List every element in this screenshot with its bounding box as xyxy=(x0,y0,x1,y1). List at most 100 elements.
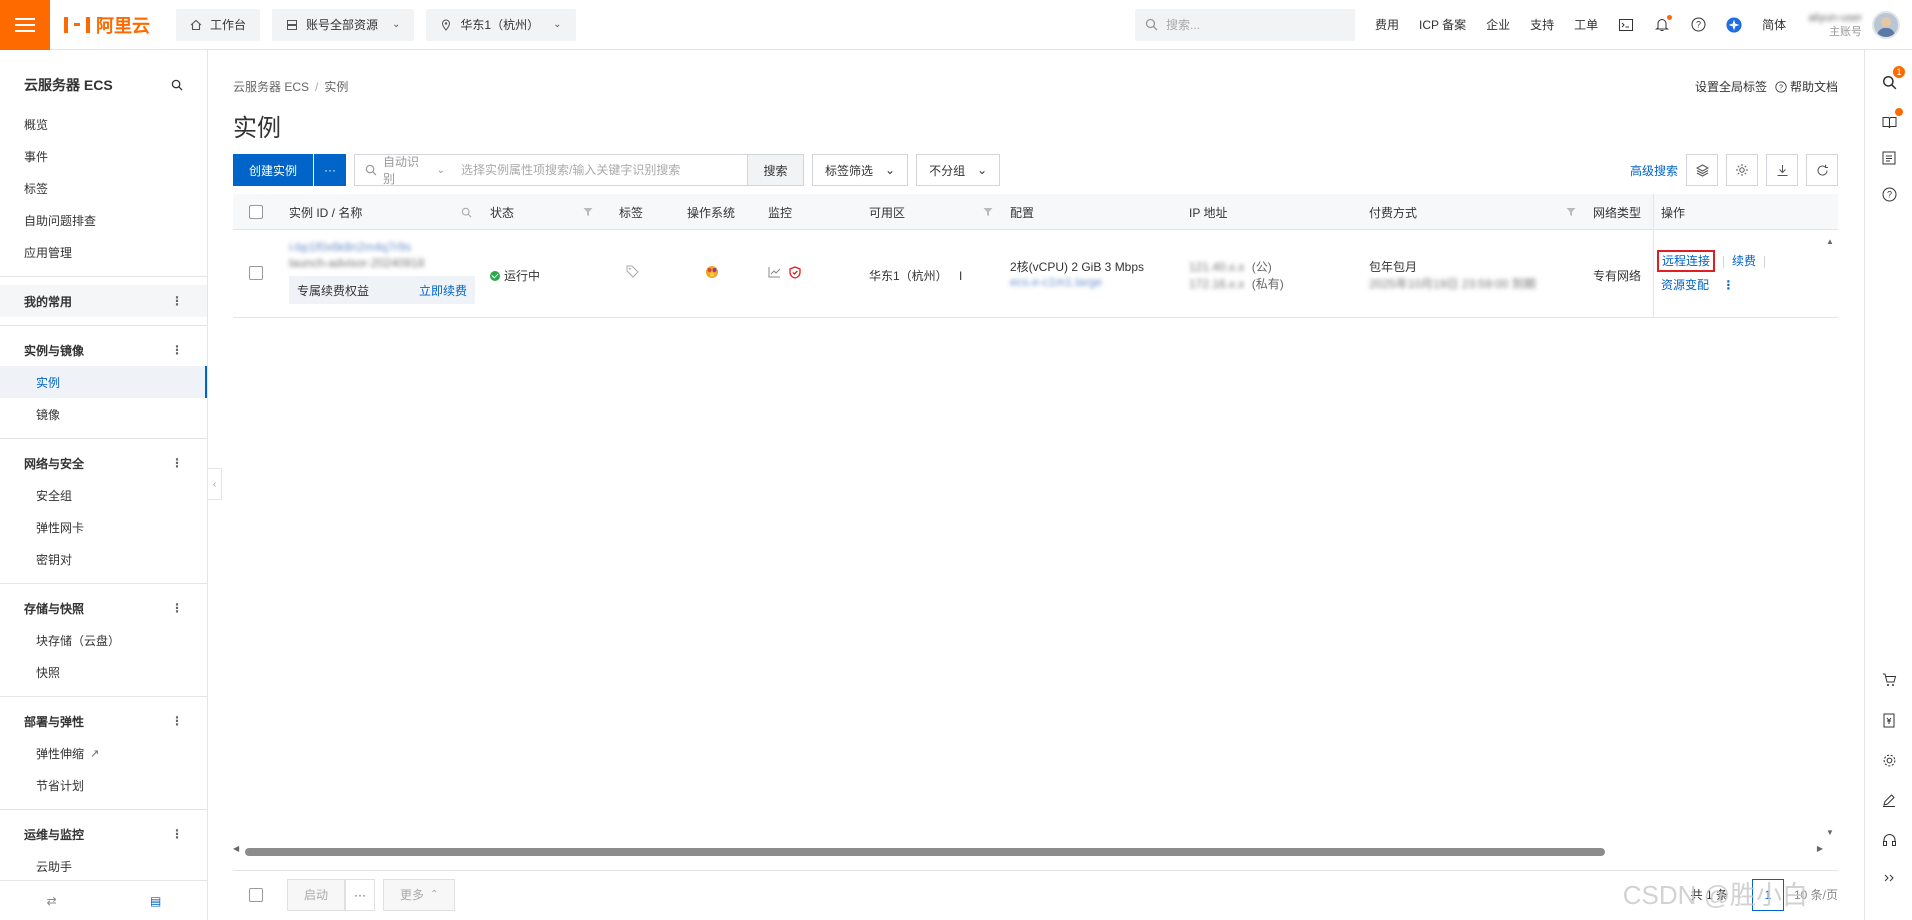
assistant-icon[interactable] xyxy=(1726,16,1742,33)
link-icp[interactable]: ICP 备案 xyxy=(1419,16,1466,33)
sidebar-group-network-security[interactable]: 网络与安全 ⋮ xyxy=(0,447,207,479)
sidebar-item-savings-plan[interactable]: 节省计划 xyxy=(0,769,207,801)
global-search-input[interactable]: 搜索... xyxy=(1134,8,1355,41)
headset-icon[interactable] xyxy=(1879,830,1899,850)
search-button[interactable]: 搜索 xyxy=(747,155,804,185)
instance-type-link[interactable]: ecs.e-c1m1.large xyxy=(1010,275,1102,289)
vertical-scrollbar[interactable]: ▲ ▼ xyxy=(1826,237,1836,837)
terminal-icon[interactable] xyxy=(1618,17,1634,33)
sidebar-group-storage-snapshots[interactable]: 存储与快照 ⋮ xyxy=(0,592,207,624)
help-doc-link[interactable]: ? 帮助文档 xyxy=(1775,78,1838,95)
sidebar-item-block-storage[interactable]: 块存储（云盘） xyxy=(0,624,207,656)
link-billing[interactable]: 费用 xyxy=(1375,16,1399,33)
settings-icon[interactable] xyxy=(1726,154,1758,186)
edit-icon[interactable] xyxy=(1879,790,1899,810)
sidebar-collapse-handle[interactable]: ‹ xyxy=(208,468,222,500)
link-enterprise[interactable]: 企业 xyxy=(1486,16,1510,33)
more-dropdown[interactable]: 更多 ⌃ xyxy=(383,878,456,911)
filter-icon[interactable] xyxy=(583,194,593,230)
row-checkbox[interactable] xyxy=(249,266,263,280)
security-shield-icon[interactable] xyxy=(789,266,801,279)
search-icon[interactable] xyxy=(461,194,472,230)
cart-icon[interactable] xyxy=(1879,670,1899,690)
group-select-dropdown[interactable]: 不分组 ⌄ xyxy=(916,154,1001,186)
resource-scope-dropdown[interactable]: 账号全部资源 ⌄ xyxy=(272,8,415,41)
filter-icon[interactable] xyxy=(983,194,993,230)
more-vertical-icon[interactable]: ⋮ xyxy=(171,294,183,308)
breadcrumb-ecs[interactable]: 云服务器 ECS xyxy=(233,80,309,94)
horizontal-scrollbar[interactable]: ◀ ▶ xyxy=(233,844,1823,856)
scrollbar-thumb[interactable] xyxy=(245,848,1605,856)
create-more-button[interactable]: ··· xyxy=(314,154,347,186)
region-dropdown[interactable]: 华东1（杭州） ⌄ xyxy=(426,8,576,41)
layers-icon[interactable] xyxy=(1686,154,1718,186)
hamburger-menu-button[interactable] xyxy=(0,0,50,50)
more-vertical-icon[interactable]: ⋮ xyxy=(171,343,183,357)
sidebar-item-auto-scaling[interactable]: 弹性伸缩 ↗ xyxy=(0,737,207,769)
link-support[interactable]: 支持 xyxy=(1530,16,1554,33)
user-info[interactable]: aliyun-user 主账号 xyxy=(1808,11,1862,39)
resource-change-link[interactable]: 资源变配 xyxy=(1661,278,1709,292)
sidebar-group-instances-images[interactable]: 实例与镜像 ⋮ xyxy=(0,334,207,366)
sidebar-item-security-groups[interactable]: 安全组 xyxy=(0,479,207,511)
create-instance-button[interactable]: 创建实例 xyxy=(233,154,314,186)
renew-link[interactable]: 续费 xyxy=(1732,254,1756,268)
sidebar-item-cloud-assistant[interactable]: 云助手 xyxy=(0,850,207,882)
sidebar-item-tags[interactable]: 标签 xyxy=(0,172,207,204)
sidebar-group-my-common[interactable]: 我的常用 ⋮ xyxy=(0,285,207,317)
search-type-dropdown[interactable]: 自动识别 ⌄ xyxy=(355,153,455,187)
sidebar-item-key-pairs[interactable]: 密钥对 xyxy=(0,543,207,575)
book-icon[interactable] xyxy=(1879,108,1903,132)
sidebar-item-app-management[interactable]: 应用管理 xyxy=(0,236,207,268)
tag-icon[interactable] xyxy=(626,265,639,281)
feedback-icon[interactable]: ▤ xyxy=(150,894,161,908)
more-vertical-icon[interactable]: ⋮ xyxy=(171,714,183,728)
tag-filter-dropdown[interactable]: 标签筛选 ⌄ xyxy=(812,154,909,186)
help-circle-icon[interactable]: ? xyxy=(1690,17,1706,33)
switch-icon[interactable]: ⇄ xyxy=(47,894,57,908)
sidebar-item-snapshots[interactable]: 快照 xyxy=(0,656,207,688)
list-icon[interactable] xyxy=(1879,148,1899,168)
sidebar-item-images[interactable]: 镜像 xyxy=(0,398,207,430)
aliyun-logo[interactable]: 阿里云 xyxy=(64,12,164,38)
renew-now-link[interactable]: 立即续费 xyxy=(419,282,467,299)
scroll-right-icon[interactable]: ▶ xyxy=(1817,844,1823,853)
avatar[interactable] xyxy=(1872,10,1900,39)
bell-icon[interactable] xyxy=(1654,14,1673,33)
remote-connect-link[interactable]: 远程连接 xyxy=(1657,250,1716,272)
help-circle-icon[interactable]: ? xyxy=(1879,184,1899,204)
more-actions-button[interactable]: ⋮ xyxy=(1722,278,1734,292)
refresh-icon[interactable] xyxy=(1806,154,1838,186)
instance-name[interactable]: launch-advisor-20240918 xyxy=(289,256,424,270)
select-all-checkbox[interactable] xyxy=(249,205,263,219)
advanced-search-link[interactable]: 高级搜索 xyxy=(1630,162,1678,179)
more-vertical-icon[interactable]: ⋮ xyxy=(171,827,183,841)
more-vertical-icon[interactable]: ⋮ xyxy=(171,456,183,470)
collapse-rail-icon[interactable] xyxy=(1879,868,1899,888)
scroll-down-icon[interactable]: ▼ xyxy=(1826,828,1834,837)
cost-icon[interactable] xyxy=(1879,710,1899,730)
batch-more-button[interactable]: ··· xyxy=(345,878,376,911)
search-icon[interactable] xyxy=(171,79,183,91)
set-global-tag-link[interactable]: 设置全局标签 xyxy=(1695,78,1767,95)
sidebar-item-events[interactable]: 事件 xyxy=(0,140,207,172)
sidebar-item-troubleshoot[interactable]: 自助问题排查 xyxy=(0,204,207,236)
more-vertical-icon[interactable]: ⋮ xyxy=(171,601,183,615)
link-ticket[interactable]: 工单 xyxy=(1574,16,1598,33)
sidebar-group-deploy-elastic[interactable]: 部署与弹性 ⋮ xyxy=(0,705,207,737)
filter-icon[interactable] xyxy=(1566,194,1576,230)
footer-select-all-checkbox[interactable] xyxy=(249,887,263,902)
workbench-button[interactable]: 工作台 xyxy=(176,8,261,41)
scroll-up-icon[interactable]: ▲ xyxy=(1826,237,1834,246)
search-icon[interactable]: 1 xyxy=(1879,66,1905,92)
sidebar-item-eni[interactable]: 弹性网卡 xyxy=(0,511,207,543)
start-button[interactable]: 启动 xyxy=(287,878,346,911)
gear-icon[interactable] xyxy=(1879,750,1899,770)
search-input[interactable] xyxy=(455,155,748,185)
language-switch[interactable]: 简体 xyxy=(1762,16,1786,33)
sidebar-group-ops-monitoring[interactable]: 运维与监控 ⋮ xyxy=(0,818,207,850)
scroll-left-icon[interactable]: ◀ xyxy=(233,844,239,853)
chart-icon[interactable] xyxy=(768,266,781,278)
download-icon[interactable] xyxy=(1766,154,1798,186)
sidebar-item-overview[interactable]: 概览 xyxy=(0,108,207,140)
